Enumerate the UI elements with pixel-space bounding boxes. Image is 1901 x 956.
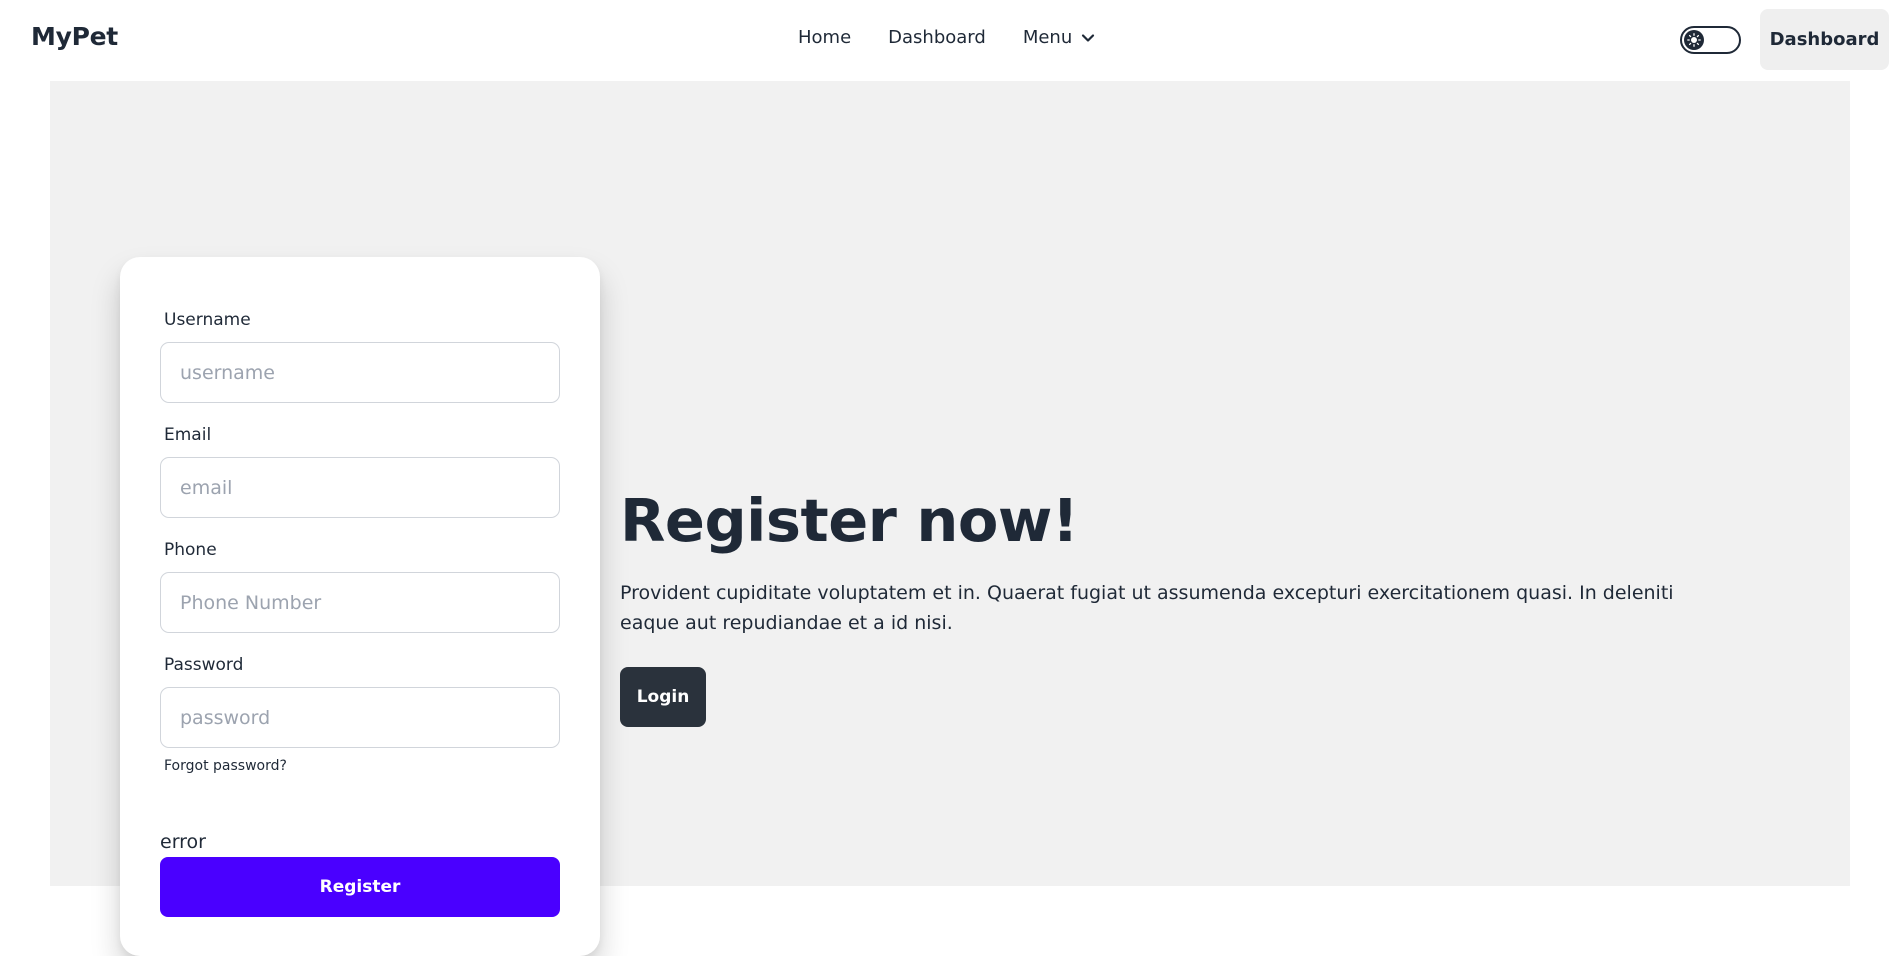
- chevron-down-icon: [1082, 33, 1095, 42]
- hero-description: Provident cupiditate voluptatem et in. Q…: [620, 582, 1674, 634]
- nav-menu-label: Menu: [1022, 27, 1073, 48]
- password-label: Password: [164, 655, 244, 675]
- theme-toggle[interactable]: [1680, 26, 1741, 54]
- nav-menu-dropdown[interactable]: Menu: [1023, 27, 1096, 48]
- username-label: Username: [164, 310, 251, 330]
- hero-title: Register now!: [620, 486, 1079, 555]
- sun-icon: [1687, 33, 1701, 47]
- error-message: error: [160, 831, 206, 853]
- nav-link-dashboard[interactable]: Dashboard: [888, 27, 986, 48]
- password-input[interactable]: [160, 687, 560, 748]
- hero-section: Username Email Phone Password Forgot pas…: [50, 81, 1850, 956]
- login-button[interactable]: Login: [620, 667, 706, 727]
- email-input[interactable]: [160, 457, 560, 518]
- register-button[interactable]: Register: [160, 857, 560, 917]
- forgot-password-link[interactable]: Forgot password?: [164, 758, 287, 774]
- toggle-knob: [1684, 30, 1704, 50]
- phone-label: Phone: [164, 540, 217, 560]
- nav-link-home[interactable]: Home: [798, 27, 851, 48]
- register-form-card: Username Email Phone Password Forgot pas…: [120, 257, 600, 956]
- nav-links: Home Dashboard Menu: [798, 27, 1096, 48]
- phone-input[interactable]: [160, 572, 560, 633]
- dashboard-button[interactable]: Dashboard: [1760, 9, 1889, 70]
- navbar: MyPet Home Dashboard Menu Dashboard: [0, 0, 1901, 80]
- brand-logo[interactable]: MyPet: [31, 22, 118, 51]
- email-label: Email: [164, 425, 212, 445]
- username-input[interactable]: [160, 342, 560, 403]
